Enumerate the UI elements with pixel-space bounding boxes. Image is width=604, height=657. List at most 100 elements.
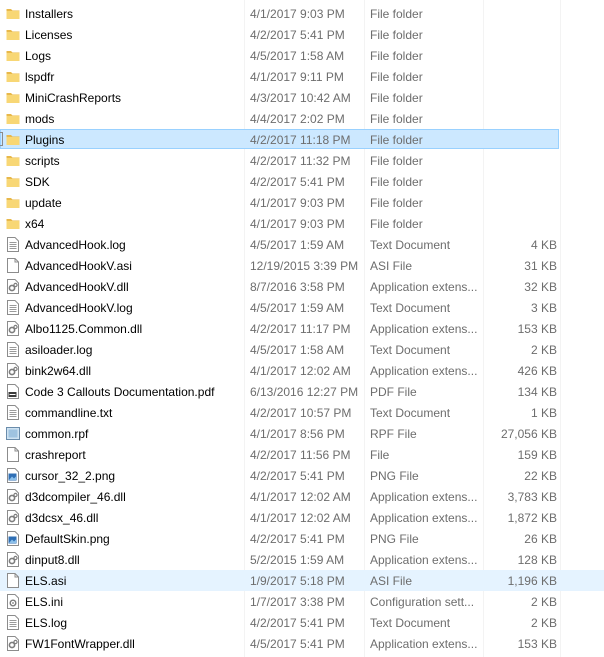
- file-row[interactable]: d3dcsx_46.dll 4/1/2017 12:02 AM Applicatio…: [0, 507, 604, 528]
- file-row[interactable]: mods 4/4/2017 2:02 PM File folder: [0, 108, 604, 129]
- file-date-modified: 4/2/2017 5:41 PM: [250, 175, 345, 189]
- file-row[interactable]: Licenses 4/2/2017 5:41 PM File folder: [0, 24, 604, 45]
- dll-file-icon: [6, 363, 20, 378]
- file-row[interactable]: dinput8.dll 5/2/2015 1:59 AM Application e…: [0, 549, 604, 570]
- file-date-modified: 4/5/2017 1:59 AM: [250, 301, 345, 315]
- file-size: 1,196 KB: [507, 574, 557, 588]
- file-type: File folder: [370, 175, 423, 189]
- folder-icon: [6, 174, 20, 189]
- file-row[interactable]: update 4/1/2017 9:03 PM File folder: [0, 192, 604, 213]
- file-row[interactable]: AdvancedHookV.dll 8/7/2016 3:58 PM Applica…: [0, 276, 604, 297]
- file-type: Application extens...: [370, 553, 478, 567]
- file-row[interactable]: Installers 4/1/2017 9:03 PM File folder: [0, 3, 604, 24]
- file-type: RPF File: [370, 427, 417, 441]
- file-row[interactable]: Plugins 4/2/2017 11:18 PM File folder: [0, 129, 604, 150]
- file-row[interactable]: crashreport 4/2/2017 11:56 PM File 159 KB: [0, 444, 604, 465]
- file-row[interactable]: SDK 4/2/2017 5:41 PM File folder: [0, 171, 604, 192]
- text-document-icon: [6, 342, 20, 357]
- config-file-icon: [6, 594, 20, 609]
- file-date-modified: 4/5/2017 1:59 AM: [250, 238, 345, 252]
- file-name: Licenses: [25, 28, 73, 42]
- file-name: asiloader.log: [25, 343, 93, 357]
- file-name: AdvancedHook.log: [25, 238, 126, 252]
- file-date-modified: 4/1/2017 12:02 AM: [250, 511, 351, 525]
- file-size: 3 KB: [530, 301, 557, 315]
- file-type: Application extens...: [370, 280, 478, 294]
- file-size: 31 KB: [524, 259, 557, 273]
- file-date-modified: 4/2/2017 11:56 PM: [250, 448, 351, 462]
- file-row[interactable]: FW1FontWrapper.dll 4/5/2017 5:41 PM Applic…: [0, 633, 604, 654]
- file-name: mods: [25, 112, 55, 126]
- file-row[interactable]: Code 3 Callouts Documentation.pdf 6/13/20…: [0, 381, 604, 402]
- file-date-modified: 4/1/2017 12:02 AM: [250, 490, 351, 504]
- file-size: 22 KB: [524, 469, 557, 483]
- file-name: x64: [25, 217, 45, 231]
- file-type: Application extens...: [370, 490, 478, 504]
- file-type: Text Document: [370, 616, 451, 630]
- pdf-file-icon: [6, 384, 20, 399]
- file-date-modified: 4/1/2017 9:03 PM: [250, 7, 345, 21]
- file-size: 3,783 KB: [507, 490, 557, 504]
- file-name: dinput8.dll: [25, 553, 80, 567]
- file-list[interactable]: Installers 4/1/2017 9:03 PM File folder Lic…: [0, 3, 604, 654]
- text-document-icon: [6, 300, 20, 315]
- file-row[interactable]: bink2w64.dll 4/1/2017 12:02 AM Application…: [0, 360, 604, 381]
- file-date-modified: 4/2/2017 5:41 PM: [250, 532, 345, 546]
- file-date-modified: 4/2/2017 11:32 PM: [250, 154, 351, 168]
- file-row[interactable]: ELS.log 4/2/2017 5:41 PM Text Document 2 KB: [0, 612, 604, 633]
- image-file-icon: [6, 468, 20, 483]
- file-date-modified: 4/5/2017 1:58 AM: [250, 49, 345, 63]
- file-row[interactable]: MiniCrashReports 4/3/2017 10:42 AM File fo…: [0, 87, 604, 108]
- file-size: 153 KB: [517, 637, 557, 651]
- file-type: Application extens...: [370, 511, 478, 525]
- file-row[interactable]: scripts 4/2/2017 11:32 PM File folder: [0, 150, 604, 171]
- image-file-icon: [6, 531, 20, 546]
- text-document-icon: [6, 615, 20, 630]
- file-date-modified: 4/2/2017 11:18 PM: [250, 133, 351, 147]
- file-name: crashreport: [25, 448, 86, 462]
- file-size: 426 KB: [517, 364, 557, 378]
- file-row[interactable]: asiloader.log 4/5/2017 1:58 AM Text Docume…: [0, 339, 604, 360]
- file-name: ELS.asi: [25, 574, 67, 588]
- file-date-modified: 8/7/2016 3:58 PM: [250, 280, 345, 294]
- rpf-file-icon: [6, 426, 20, 441]
- selection-checkbox[interactable]: [0, 132, 3, 146]
- file-type: File folder: [370, 49, 423, 63]
- file-date-modified: 4/1/2017 8:56 PM: [250, 427, 345, 441]
- file-row[interactable]: AdvancedHookV.log 4/5/2017 1:59 AM Text Do…: [0, 297, 604, 318]
- file-date-modified: 4/2/2017 11:17 PM: [250, 322, 351, 336]
- dll-file-icon: [6, 279, 20, 294]
- file-name: Plugins: [25, 133, 65, 147]
- blank-file-icon: [6, 573, 20, 588]
- file-name: common.rpf: [25, 427, 89, 441]
- blank-file-icon: [6, 447, 20, 462]
- file-date-modified: 4/5/2017 5:41 PM: [250, 637, 345, 651]
- file-row[interactable]: cursor_32_2.png 4/2/2017 5:41 PM PNG File 2…: [0, 465, 604, 486]
- file-row[interactable]: DefaultSkin.png 4/2/2017 5:41 PM PNG File 2…: [0, 528, 604, 549]
- file-row[interactable]: d3dcompiler_46.dll 4/1/2017 12:02 AM Appli…: [0, 486, 604, 507]
- file-type: File folder: [370, 133, 423, 147]
- file-row[interactable]: ELS.asi 1/9/2017 5:18 PM ASI File 1,196 KB: [0, 570, 604, 591]
- folder-icon: [6, 132, 20, 147]
- file-row[interactable]: common.rpf 4/1/2017 8:56 PM RPF File 27,056…: [0, 423, 604, 444]
- file-type: File folder: [370, 28, 423, 42]
- file-size: 4 KB: [530, 238, 557, 252]
- file-name: FW1FontWrapper.dll: [25, 637, 135, 651]
- file-name: lspdfr: [25, 70, 55, 84]
- file-size: 26 KB: [524, 532, 557, 546]
- file-row[interactable]: x64 4/1/2017 9:03 PM File folder: [0, 213, 604, 234]
- file-name: ELS.ini: [25, 595, 64, 609]
- file-date-modified: 4/5/2017 1:58 AM: [250, 343, 345, 357]
- folder-icon: [6, 48, 20, 63]
- blank-file-icon: [6, 258, 20, 273]
- file-row[interactable]: AdvancedHookV.asi 12/19/2015 3:39 PM ASI F…: [0, 255, 604, 276]
- file-row[interactable]: Albo1125.Common.dll 4/2/2017 11:17 PM Appl…: [0, 318, 604, 339]
- file-row[interactable]: Logs 4/5/2017 1:58 AM File folder: [0, 45, 604, 66]
- file-row[interactable]: lspdfr 4/1/2017 9:11 PM File folder: [0, 66, 604, 87]
- file-row[interactable]: commandline.txt 4/2/2017 10:57 PM Text Doc…: [0, 402, 604, 423]
- dll-file-icon: [6, 321, 20, 336]
- file-row[interactable]: ELS.ini 1/7/2017 3:38 PM Configuration set…: [0, 591, 604, 612]
- file-date-modified: 5/2/2015 1:59 AM: [250, 553, 345, 567]
- file-type: File folder: [370, 112, 423, 126]
- file-row[interactable]: AdvancedHook.log 4/5/2017 1:59 AM Text Doc…: [0, 234, 604, 255]
